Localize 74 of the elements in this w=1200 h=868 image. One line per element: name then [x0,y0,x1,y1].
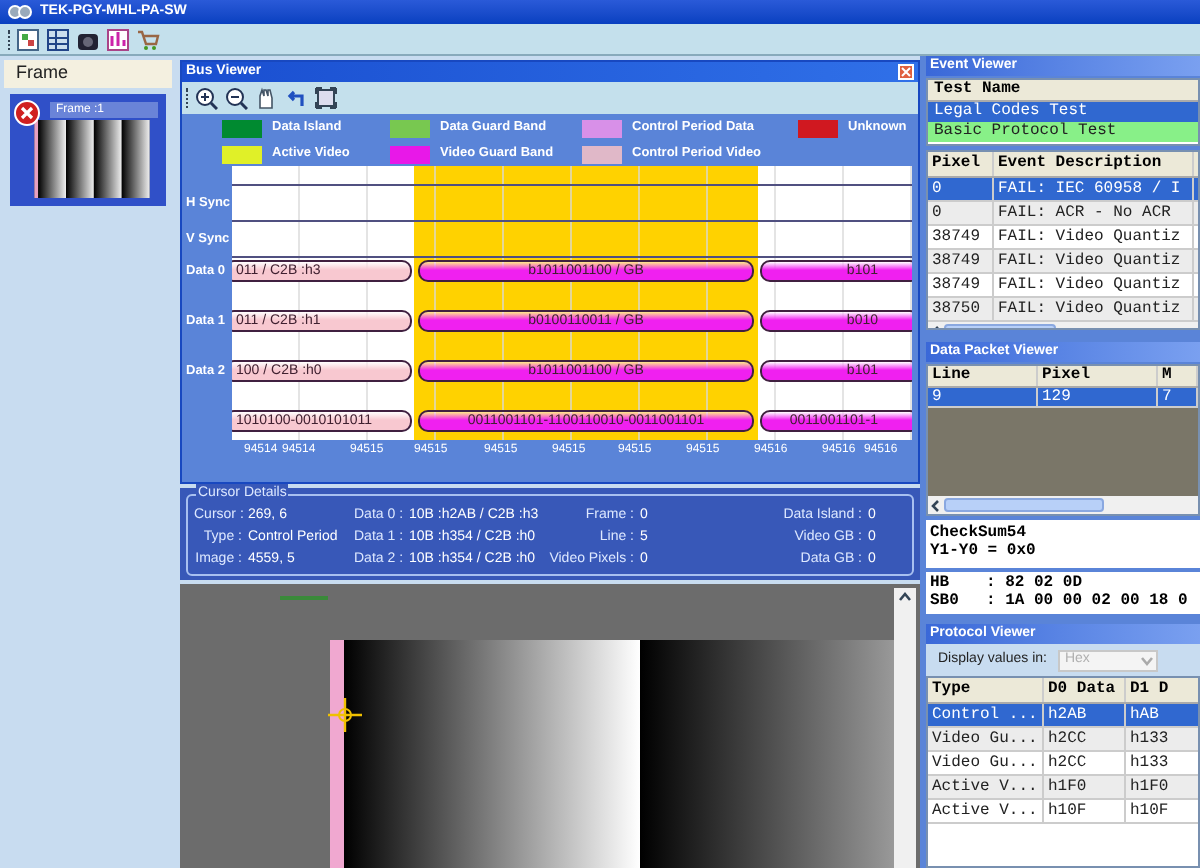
table-cell: 9 [928,388,1038,406]
table-cell: FAIL: Video Quantiz [994,250,1194,272]
column-header[interactable]: Pixel [928,152,994,176]
panel-header: Frame [4,60,172,88]
table-cell: h10F [1126,800,1198,822]
table-row[interactable]: 38749 FAIL: Video Quantiz [928,226,1198,250]
table-icon[interactable] [46,27,70,51]
close-icon[interactable] [898,64,914,80]
table-cell: h1F0 [1126,776,1198,798]
table-cell: FAIL: Video Quantiz [994,298,1194,320]
column-header[interactable]: D1 D [1126,678,1198,702]
byte-values: : 82 02 0D [986,574,1083,592]
table-cell: h133 [1126,752,1198,774]
byte-label: HB [930,574,952,592]
crosshair-icon [328,698,362,732]
table-row[interactable]: Video Gu... h2CC h133 [928,728,1198,752]
table-cell: FAIL: ACR - No ACR [994,202,1194,224]
column-header[interactable]: M [1158,366,1198,386]
table-row[interactable]: 9 129 7 [928,388,1198,408]
table-row[interactable]: Basic Protocol Test [928,122,1198,142]
text-line: CheckSum54 [930,524,1029,542]
table-row[interactable]: Active V... h1F0 h1F0 [928,776,1198,800]
table-cell: h133 [1126,728,1198,750]
table-cell: 38749 [928,274,994,296]
column-header[interactable]: Pixel [1038,366,1158,386]
scale-mark [280,596,328,600]
column-header[interactable]: Type [928,678,1044,702]
byte-values: : 1A 00 00 02 00 18 0 [986,592,1188,610]
table-cell: FAIL: IEC 60958 / I [994,178,1194,200]
fit-icon[interactable] [314,86,338,110]
table-cell: Basic Protocol Test [934,120,1117,144]
table-cell: Video Gu... [928,752,1044,774]
text-line: Y1-Y0 = 0x0 [930,542,1038,560]
table-cell: 38749 [928,250,994,272]
table-cell: 7 [1158,388,1198,406]
table-row[interactable]: 38750 FAIL: Video Quantiz [928,298,1198,322]
column-header[interactable]: Event Description [994,152,1194,176]
column-header[interactable]: Line [928,366,1038,386]
hand-icon[interactable] [254,86,278,110]
table-row[interactable]: 0 FAIL: ACR - No ACR [928,202,1198,226]
table-cell: FAIL: Video Quantiz [994,226,1194,248]
byte-label: SB0 [930,592,961,610]
table-cell: 0 [928,178,994,200]
table-cell: h2CC [1044,752,1126,774]
table-row[interactable]: 0 FAIL: IEC 60958 / I [928,178,1198,202]
table-cell: 38749 [928,226,994,248]
table-row[interactable]: Legal Codes Test [928,102,1198,122]
app-icon [8,4,32,20]
zoom-in-icon[interactable] [194,86,218,110]
table-cell: Active V... [928,776,1044,798]
zoom-out-icon[interactable] [224,86,248,110]
table-cell: 0 [928,202,994,224]
undo-icon[interactable] [284,86,308,110]
table-row[interactable]: Active V... h10F h10F [928,800,1198,824]
chart-icon[interactable] [106,27,130,51]
table-cell: Active V... [928,800,1044,822]
table-row[interactable]: 38749 FAIL: Video Quantiz [928,274,1198,298]
cart-icon[interactable] [136,27,160,51]
table-cell: h10F [1044,800,1126,822]
table-row[interactable]: Control ... h2AB hAB [928,704,1198,728]
table-cell: 129 [1038,388,1158,406]
table-row[interactable]: 38749 FAIL: Video Quantiz [928,250,1198,274]
table-cell: FAIL: Video Quantiz [994,274,1194,296]
table-cell: Video Gu... [928,728,1044,750]
table-row[interactable]: Video Gu... h2CC h133 [928,752,1198,776]
table-cell: hAB [1126,704,1198,726]
table-cell: h1F0 [1044,776,1126,798]
column-header[interactable]: D0 Data [1044,678,1126,702]
table-cell: h2CC [1044,728,1126,750]
grid-icon[interactable] [16,27,40,51]
table-cell: Control ... [928,704,1044,726]
table-cell: h2AB [1044,704,1126,726]
table-cell: 38750 [928,298,994,320]
table-cell-text: Legal Codes Test [934,100,1088,122]
